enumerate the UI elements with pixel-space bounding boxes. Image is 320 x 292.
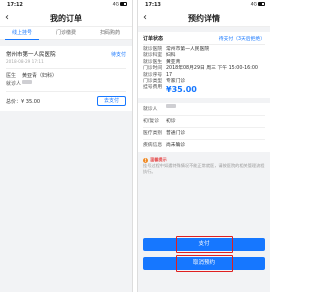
nav-bar: ‹ 我的订单 <box>0 10 132 27</box>
patient-name-redacted <box>166 104 176 109</box>
disease-info-value: 尚未确诊 <box>166 143 186 149</box>
patient-name-redacted <box>22 80 32 84</box>
patient-label: 就诊人 <box>143 107 158 113</box>
order-status-label: 订单状态 <box>143 36 164 42</box>
tips-title: 温馨提示 <box>150 157 167 163</box>
divider <box>6 91 126 92</box>
go-pay-button[interactable]: 去支付 <box>97 96 126 106</box>
tab-scan-medicine[interactable]: 扫码购药 <box>88 27 132 39</box>
tips-body: 挂号过程中如遇特殊情况不能正常就医，请按医院的相关管理流程执行。 <box>143 163 265 174</box>
my-orders-screen: 17:12 4G ‹ 我的订单 线上挂号 门诊缴费 扫码购药 常州市第一人民医院… <box>0 0 133 292</box>
status-time: 17:13 <box>145 2 161 8</box>
visit-type-value: 初诊 <box>166 119 176 125</box>
page-title: 预约详情 <box>188 14 220 23</box>
appointment-details: 订单状态 待支付（3天后拒绝） 就诊医院 常州市第一人民医院 就诊科室 妇科 就诊医… <box>138 32 270 99</box>
visit-type-label: 初/复诊 <box>143 119 160 125</box>
registration-fee: ¥35.00 <box>166 85 197 95</box>
tab-online-registration[interactable]: 线上挂号 <box>0 27 44 40</box>
network-indicator: 4G <box>251 2 265 7</box>
order-card[interactable]: 常州市第一人民医院 2018-08-29 17:11 待支付 医生 黄亚青（妇科）… <box>0 46 132 111</box>
doctor-label: 医生 <box>6 73 17 79</box>
status-time: 17:12 <box>7 2 23 8</box>
highlight-box <box>176 236 233 253</box>
divider <box>6 68 126 69</box>
network-indicator: 4G <box>113 2 127 7</box>
order-status-value: 待支付（3天后拒绝） <box>218 37 265 42</box>
battery-icon <box>120 2 127 6</box>
detail-label: 挂号费用 <box>143 85 163 91</box>
order-hospital: 常州市第一人民医院 <box>6 52 56 58</box>
patient-info: 就诊人 初/复诊 初诊 医疗类别 普通门诊 疾病信息 尚未确诊 <box>138 103 270 153</box>
order-time: 2018-08-29 17:11 <box>6 59 44 64</box>
network-label: 4G <box>112 2 119 8</box>
status-bar: 17:12 4G <box>0 0 132 10</box>
disease-info-label: 疾病信息 <box>143 143 163 149</box>
tab-outpatient-payment[interactable]: 门诊缴费 <box>44 27 88 39</box>
status-bar: 17:13 4G <box>138 0 270 10</box>
order-status: 待支付 <box>110 52 126 58</box>
highlight-box <box>176 255 233 272</box>
order-price: 总价：¥ 35.00 <box>6 99 41 105</box>
order-tabs: 线上挂号 门诊缴费 扫码购药 <box>0 27 132 40</box>
page-title: 我的订单 <box>50 14 82 23</box>
medical-category-value: 普通门诊 <box>166 131 186 137</box>
tips-section: ! 温馨提示 挂号过程中如遇特殊情况不能正常就医，请按医院的相关管理流程执行。 <box>138 152 270 178</box>
battery-icon <box>258 2 265 6</box>
nav-bar: ‹ 预约详情 <box>138 10 270 27</box>
doctor-value: 黄亚青（妇科） <box>22 73 58 79</box>
medical-category-label: 医疗类别 <box>143 131 163 137</box>
appointment-detail-screen: 17:13 4G ‹ 预约详情 订单状态 待支付（3天后拒绝） 就诊医院 常州市第… <box>137 0 270 292</box>
patient-label: 就诊人 <box>6 81 22 87</box>
network-label: 4G <box>250 2 257 8</box>
